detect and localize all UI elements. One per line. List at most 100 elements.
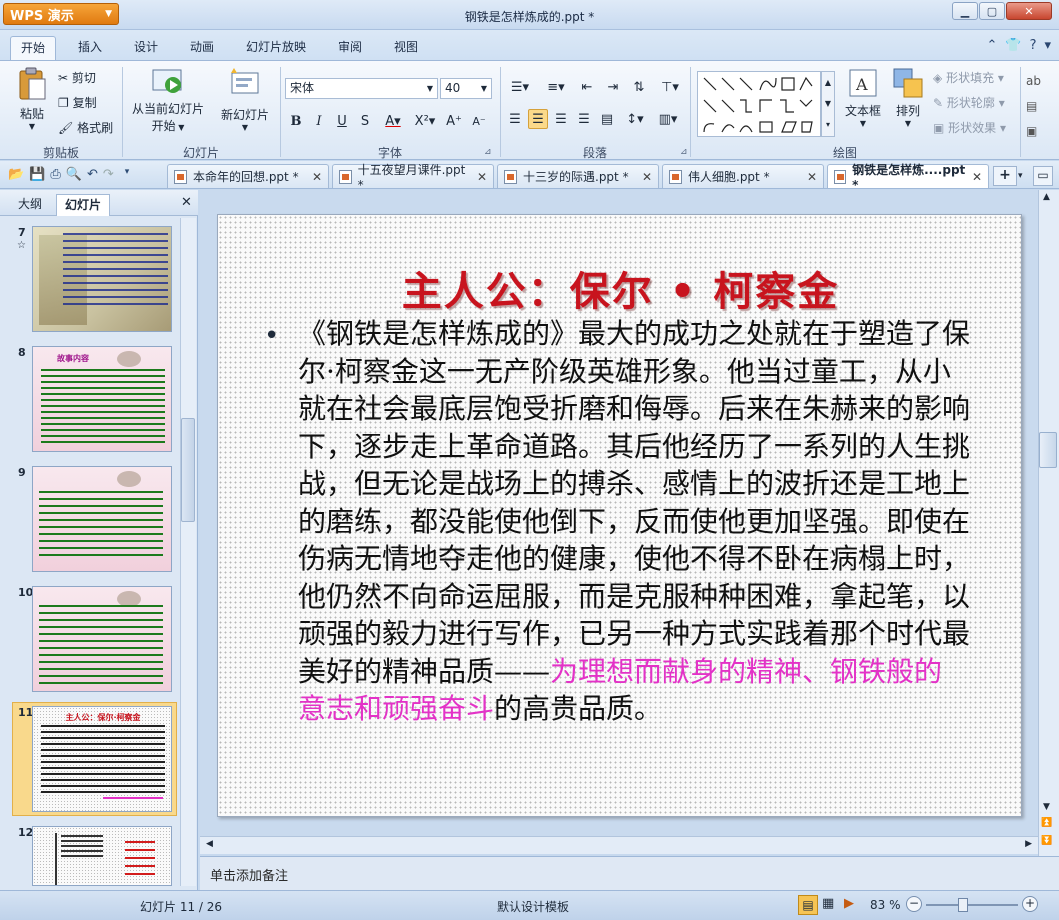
slide-thumbnail[interactable] (32, 826, 172, 886)
tab-outline[interactable]: 大纲 (10, 194, 50, 216)
scroll-up-icon[interactable]: ▲ (1043, 192, 1050, 202)
doc-tab[interactable]: 十五夜望月课件.ppt * ✕ (332, 163, 494, 192)
print-icon[interactable]: ⎙ (50, 167, 60, 182)
close-icon[interactable]: ✕ (807, 170, 817, 184)
new-tab-button[interactable]: + (993, 166, 1017, 186)
slide-body-text[interactable]: 《钢铁是怎样炼成的》最大的成功之处就在于塑造了保尔·柯察金这一无产阶级英雄形象。… (298, 315, 970, 728)
tab-design[interactable]: 设计 (124, 36, 168, 60)
doc-tab[interactable]: 十三岁的际遇.ppt * ✕ (497, 164, 659, 188)
shape-outline-button[interactable]: ✎ 形状轮廓 ▾ (933, 94, 1005, 111)
template-name[interactable]: 默认设计模板 (497, 898, 569, 915)
doc-tab-active[interactable]: 钢铁是怎样炼....ppt * ✕ (827, 163, 989, 192)
scroll-left-icon[interactable]: ◀ (206, 839, 213, 849)
increase-indent-icon[interactable]: ⇥ (603, 77, 623, 97)
chevron-down-icon[interactable]: ▾ (125, 167, 130, 182)
decrease-font-button[interactable]: A⁻ (469, 111, 489, 131)
scrollbar-thumb[interactable] (181, 418, 195, 522)
close-icon[interactable]: ✕ (642, 170, 652, 184)
slide-thumbnail[interactable]: 故事内容 (32, 346, 172, 452)
skin-icon[interactable]: 👕 (1005, 38, 1021, 53)
dialog-launcher-icon[interactable]: ⊿ (484, 147, 492, 157)
zoom-in-button[interactable]: + (1022, 896, 1038, 912)
vertical-scrollbar[interactable]: ▲ ▼ ⏫ ⏬ (1038, 190, 1059, 858)
shape-fill-button[interactable]: ◈ 形状填充 ▾ (933, 69, 1004, 86)
slide-thumbnail[interactable] (32, 466, 172, 572)
font-color-button[interactable]: A▾ (378, 111, 408, 131)
slide-thumbnail[interactable] (32, 586, 172, 692)
scroll-right-icon[interactable]: ▶ (1025, 839, 1032, 849)
close-icon[interactable]: ✕ (972, 170, 982, 184)
align-left-icon[interactable]: ☰ (505, 109, 525, 129)
minimize-button[interactable]: ▁ (952, 2, 978, 20)
italic-button[interactable]: I (309, 111, 329, 131)
format-painter-button[interactable]: 🖌 格式刷 (58, 119, 113, 136)
more-tools-icon[interactable]: ab ▤ ▣ (1026, 69, 1041, 144)
help-icon[interactable]: ? (1030, 38, 1037, 53)
dialog-launcher-icon[interactable]: ⊿ (680, 147, 688, 157)
notes-pane[interactable]: 单击添加备注 (200, 856, 1059, 890)
cut-button[interactable]: ✂ 剪切 (58, 69, 96, 86)
line-spacing-icon[interactable]: ↕▾ (620, 109, 650, 129)
superscript-button[interactable]: X²▾ (411, 111, 439, 131)
scroll-down-icon[interactable]: ▼ (1043, 802, 1050, 812)
tab-list-icon[interactable]: ▭ (1033, 166, 1053, 186)
align-center-icon[interactable]: ☰ (528, 109, 548, 129)
minimize-ribbon-icon[interactable]: ⌃ (986, 38, 997, 53)
textbox-button[interactable]: A 文本框 ▼ (840, 67, 886, 139)
slide-panel-scrollbar[interactable] (180, 218, 196, 886)
close-icon[interactable]: ✕ (312, 170, 322, 184)
increase-font-button[interactable]: A⁺ (442, 111, 466, 131)
horizontal-scrollbar[interactable]: ◀ ▶ (200, 836, 1038, 854)
doc-tab[interactable]: 伟人细胞.ppt * ✕ (662, 164, 824, 188)
paste-button[interactable]: 粘贴 ▼ (12, 67, 52, 137)
redo-icon[interactable]: ↷ (103, 167, 114, 182)
bold-button[interactable]: B (286, 111, 306, 131)
tab-review[interactable]: 审阅 (328, 36, 372, 60)
align-text-icon[interactable]: ⊤▾ (655, 77, 685, 97)
slide-canvas[interactable]: 主人公：保尔 • 柯察金 • 《钢铁是怎样炼成的》最大的成功之处就在于塑造了保尔… (217, 214, 1022, 817)
zoom-out-button[interactable]: − (906, 896, 922, 912)
arrange-button[interactable]: 排列 ▼ (888, 67, 928, 139)
shapes-gallery[interactable] (697, 71, 821, 137)
shape-effect-button[interactable]: ▣ 形状效果 ▾ (933, 119, 1006, 136)
maximize-button[interactable]: ▢ (979, 2, 1005, 20)
zoom-slider-thumb[interactable] (958, 898, 968, 912)
numbering-icon[interactable]: ≡▾ (541, 77, 571, 97)
print-preview-icon[interactable]: 🔍 (66, 167, 82, 182)
slide-thumbnail-selected[interactable]: 主人公：保尔·柯察金 (32, 706, 172, 812)
scrollbar-thumb[interactable] (1039, 432, 1057, 468)
slide-thumbnail[interactable] (32, 226, 172, 332)
next-slide-icon[interactable]: ⏬ (1041, 836, 1052, 846)
close-icon[interactable]: ✕ (181, 195, 192, 210)
shadow-button[interactable]: S (355, 111, 375, 131)
open-folder-icon[interactable]: 📂 (8, 167, 24, 182)
bullets-icon[interactable]: ☰▾ (505, 77, 535, 97)
previous-slide-icon[interactable]: ⏫ (1041, 818, 1052, 828)
justify-icon[interactable]: ☰ (574, 109, 594, 129)
decrease-indent-icon[interactable]: ⇤ (577, 77, 597, 97)
normal-view-icon[interactable]: ▤ (798, 895, 818, 915)
shapes-gallery-scroll[interactable]: ▲ ▼ ▾ (821, 71, 835, 137)
font-name-field[interactable]: 宋体 ▼ (285, 78, 438, 99)
chevron-down-icon[interactable]: ▾ (1018, 166, 1030, 186)
tab-view[interactable]: 视图 (384, 36, 428, 60)
notes-placeholder[interactable]: 单击添加备注 (210, 865, 288, 884)
zoom-slider[interactable] (926, 904, 1018, 906)
tab-slides[interactable]: 幻灯片 (56, 194, 111, 216)
slide-sorter-icon[interactable]: ▦ (822, 896, 834, 911)
close-button[interactable]: ✕ (1006, 2, 1052, 20)
tab-insert[interactable]: 插入 (68, 36, 112, 60)
close-icon[interactable]: ✕ (477, 170, 487, 184)
columns-icon[interactable]: ▥▾ (653, 109, 683, 129)
doc-tab[interactable]: 本命年的回想.ppt * ✕ (167, 164, 329, 188)
tab-slideshow[interactable]: 幻灯片放映 (236, 36, 316, 60)
copy-button[interactable]: ❐ 复制 (58, 94, 97, 111)
underline-button[interactable]: U (332, 111, 352, 131)
font-size-field[interactable]: 40 ▼ (440, 78, 492, 99)
play-from-current-button[interactable]: 从当前幻灯片 开始 ▼ (128, 67, 208, 139)
new-slide-button[interactable]: 新幻灯片 ▼ (216, 67, 274, 139)
undo-icon[interactable]: ↶ (87, 167, 98, 182)
save-icon[interactable]: 💾 (29, 167, 45, 182)
text-direction-icon[interactable]: ⇅ (629, 77, 649, 97)
tab-home[interactable]: 开始 (10, 36, 57, 60)
